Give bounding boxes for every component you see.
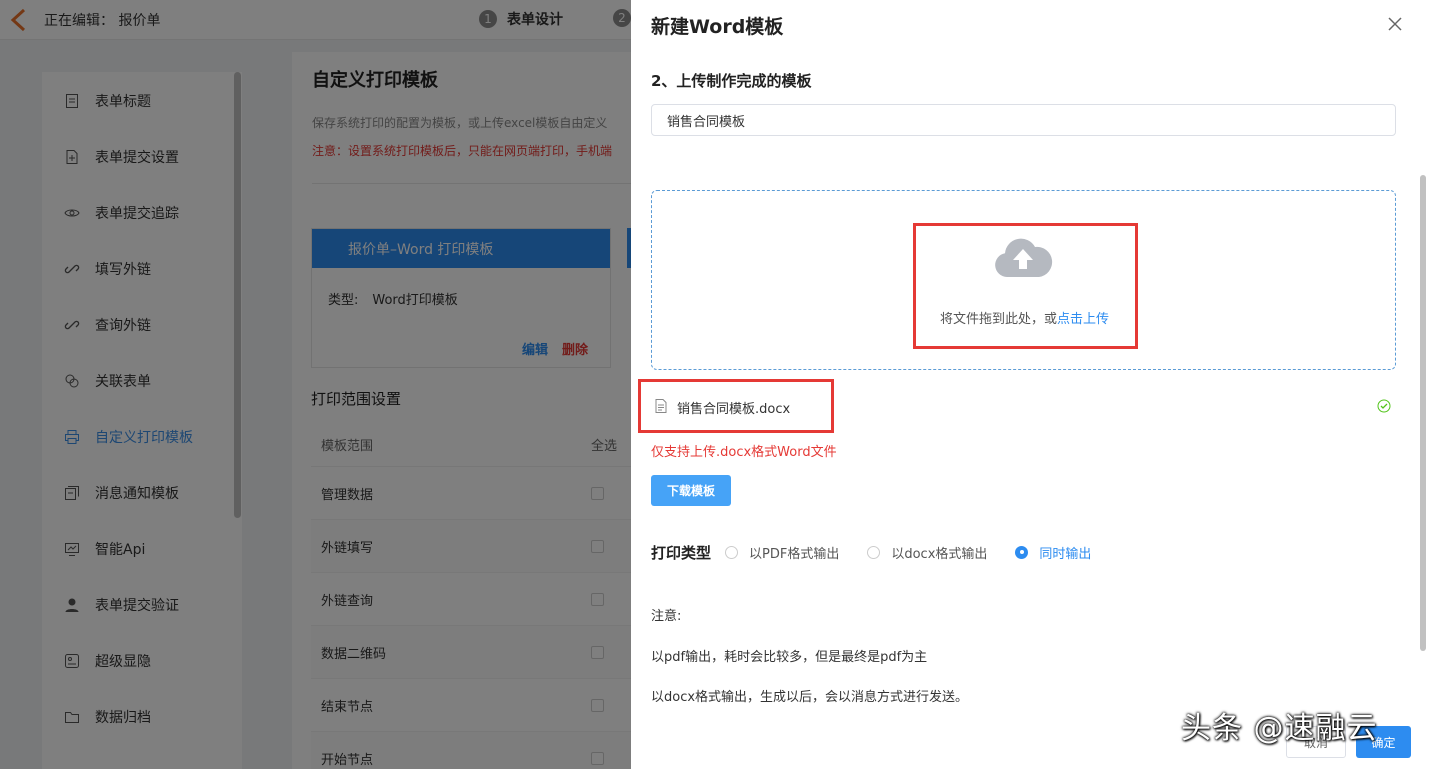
highlight-box <box>638 379 834 433</box>
radio-label: 同时输出 <box>1039 546 1092 562</box>
note-title: 注意: <box>651 609 682 624</box>
radio-label: 以PDF格式输出 <box>749 546 840 562</box>
success-check-icon <box>1377 399 1391 413</box>
radio-docx-output[interactable]: 以docx格式输出 <box>867 543 987 562</box>
watermark: 头条 @速融云 <box>1181 711 1378 746</box>
radio-label: 以docx格式输出 <box>891 546 988 562</box>
radio-button[interactable] <box>1015 545 1029 559</box>
note-line: 以pdf输出，耗时会比较多，但是最终是pdf为主 <box>651 650 928 665</box>
highlight-box <box>913 223 1138 349</box>
drawer-title: 新建Word模板 <box>651 16 784 38</box>
note-line: 以docx格式输出，生成以后，会以消息方式进行发送。 <box>651 690 969 705</box>
close-icon[interactable] <box>1387 16 1403 32</box>
template-name-input[interactable] <box>651 104 1396 136</box>
new-word-template-drawer: 新建Word模板 2、上传制作完成的模板 将文件拖到此处，或点击上传 销售合同模… <box>631 0 1431 769</box>
file-format-hint: 仅支持上传.docx格式Word文件 <box>651 445 837 460</box>
radio-pdf-output[interactable]: 以PDF格式输出 <box>725 543 839 562</box>
print-type-group: 打印类型 以PDF格式输出 以docx格式输出 同时输出 <box>651 541 1119 563</box>
download-template-button[interactable]: 下载模板 <box>651 475 731 506</box>
drawer-scrollbar[interactable] <box>1420 175 1426 651</box>
radio-both-output[interactable]: 同时输出 <box>1015 543 1091 562</box>
print-type-label: 打印类型 <box>651 543 712 562</box>
radio-button[interactable] <box>867 545 881 559</box>
section-title: 2、上传制作完成的模板 <box>651 72 812 90</box>
radio-button[interactable] <box>725 545 739 559</box>
